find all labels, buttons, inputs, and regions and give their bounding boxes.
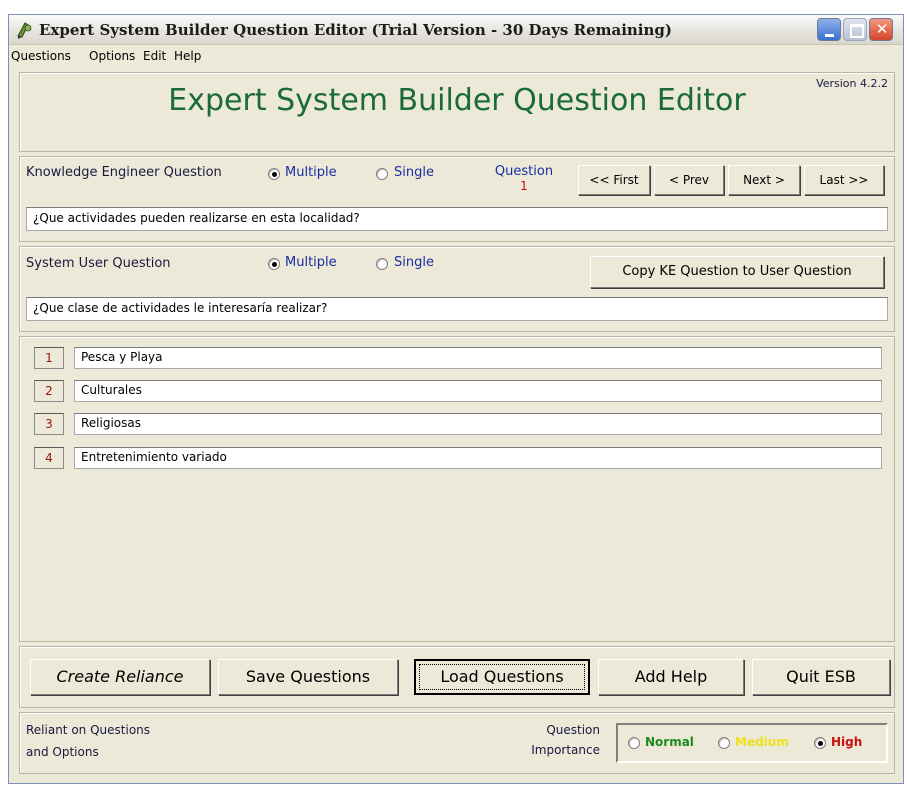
header-title: Expert System Builder Question Editor	[168, 83, 746, 118]
next-button[interactable]: Next >	[728, 165, 800, 195]
options-panel: 1 Pesca y Playa 2 Culturales 3 Religiosa…	[19, 336, 895, 642]
importance-medium-radio[interactable]	[718, 737, 730, 749]
importance-medium-label: Medium	[735, 735, 789, 749]
option-number: 3	[34, 413, 64, 435]
button-bar: Create Reliance Save Questions Load Ques…	[19, 646, 895, 708]
user-question-field[interactable]: ¿Que clase de actividades le interesaría…	[26, 297, 888, 321]
prev-button[interactable]: < Prev	[654, 165, 724, 195]
copy-ke-question-button[interactable]: Copy KE Question to User Question	[590, 256, 884, 288]
ke-question-label: Knowledge Engineer Question	[26, 165, 222, 180]
close-button[interactable]: ✕	[869, 18, 893, 41]
title-bar[interactable]: Expert System Builder Question Editor (T…	[9, 15, 903, 45]
app-window: Expert System Builder Question Editor (T…	[8, 14, 904, 784]
footer-panel: Reliant on Questions and Options Questio…	[19, 712, 895, 774]
reliant-label-line1: Reliant on Questions	[26, 723, 151, 737]
ke-multiple-radio[interactable]	[268, 168, 280, 180]
user-question-label: System User Question	[26, 256, 171, 271]
header-panel: Expert System Builder Question Editor Ve…	[19, 72, 895, 152]
menu-edit[interactable]: Edit	[143, 49, 166, 63]
option-number: 4	[34, 447, 64, 469]
option-number: 1	[34, 347, 64, 369]
save-questions-button[interactable]: Save Questions	[218, 659, 398, 695]
question-label: Question	[494, 164, 554, 179]
ke-single-radio[interactable]	[376, 168, 388, 180]
user-single-radio[interactable]	[376, 258, 388, 270]
user-single-label: Single	[394, 255, 434, 270]
menu-questions[interactable]: Questions	[11, 49, 71, 63]
user-multiple-radio[interactable]	[268, 258, 280, 270]
maximize-button[interactable]	[843, 18, 867, 41]
importance-normal-radio[interactable]	[628, 737, 640, 749]
load-questions-button[interactable]: Load Questions	[414, 659, 590, 695]
add-help-button[interactable]: Add Help	[598, 659, 744, 695]
menu-bar: Questions Options Edit Help	[9, 46, 903, 68]
window-title: Expert System Builder Question Editor (T…	[39, 21, 672, 39]
close-icon: ✕	[875, 20, 889, 38]
importance-high-radio[interactable]	[814, 737, 826, 749]
user-multiple-label: Multiple	[285, 255, 337, 270]
version-label: Version 4.2.2	[816, 77, 888, 90]
last-button[interactable]: Last >>	[804, 165, 884, 195]
importance-high-label: High	[831, 735, 863, 749]
menu-help[interactable]: Help	[174, 49, 201, 63]
question-number: 1	[520, 179, 528, 193]
ke-question-field[interactable]: ¿Que actividades pueden realizarse en es…	[26, 207, 888, 231]
option-field[interactable]: Religiosas	[74, 413, 882, 435]
option-field[interactable]: Pesca y Playa	[74, 347, 882, 369]
ke-question-panel: Knowledge Engineer Question Multiple Sin…	[19, 156, 895, 242]
option-number: 2	[34, 380, 64, 402]
option-field[interactable]: Entretenimiento variado	[74, 447, 882, 469]
importance-label-line1: Question	[546, 723, 600, 737]
user-question-panel: System User Question Multiple Single Cop…	[19, 246, 895, 332]
create-reliance-button[interactable]: Create Reliance	[30, 659, 210, 695]
menu-options[interactable]: Options	[89, 49, 135, 63]
ke-single-label: Single	[394, 165, 434, 180]
importance-label-line2: Importance	[531, 743, 600, 757]
importance-group: Normal Medium High	[616, 723, 888, 763]
importance-normal-label: Normal	[645, 735, 694, 749]
reliant-label-line2: and Options	[26, 745, 99, 759]
app-icon	[15, 20, 35, 40]
minimize-button[interactable]	[817, 18, 841, 41]
first-button[interactable]: << First	[578, 165, 650, 195]
ke-multiple-label: Multiple	[285, 165, 337, 180]
option-field[interactable]: Culturales	[74, 380, 882, 402]
quit-esb-button[interactable]: Quit ESB	[752, 659, 890, 695]
